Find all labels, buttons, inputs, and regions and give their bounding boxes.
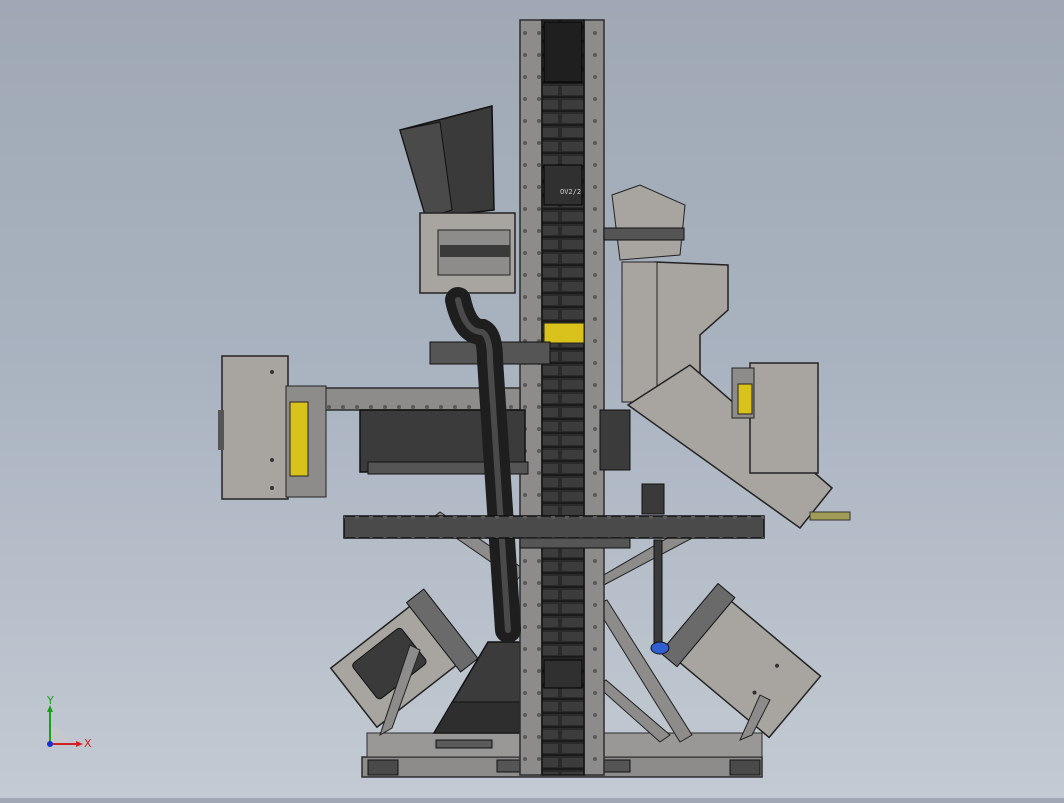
cad-viewport[interactable]: OV2/2	[0, 0, 1064, 798]
bottom-right-motor-box[interactable]	[659, 582, 824, 742]
z-axis-point	[47, 741, 53, 747]
left-motor-box[interactable]	[218, 355, 327, 500]
x-axis-label: X	[84, 737, 92, 750]
main-column[interactable]: OV2/2	[519, 19, 605, 776]
right-drive-box[interactable]	[599, 409, 631, 471]
cross-beam[interactable]	[343, 515, 765, 549]
axis-triad: Y X	[38, 694, 98, 756]
upper-right-chute[interactable]	[603, 184, 834, 530]
assembly-model: OV2/2	[218, 19, 851, 778]
y-axis-label: Y	[47, 694, 54, 707]
chute-label: OV2/2	[560, 188, 581, 196]
